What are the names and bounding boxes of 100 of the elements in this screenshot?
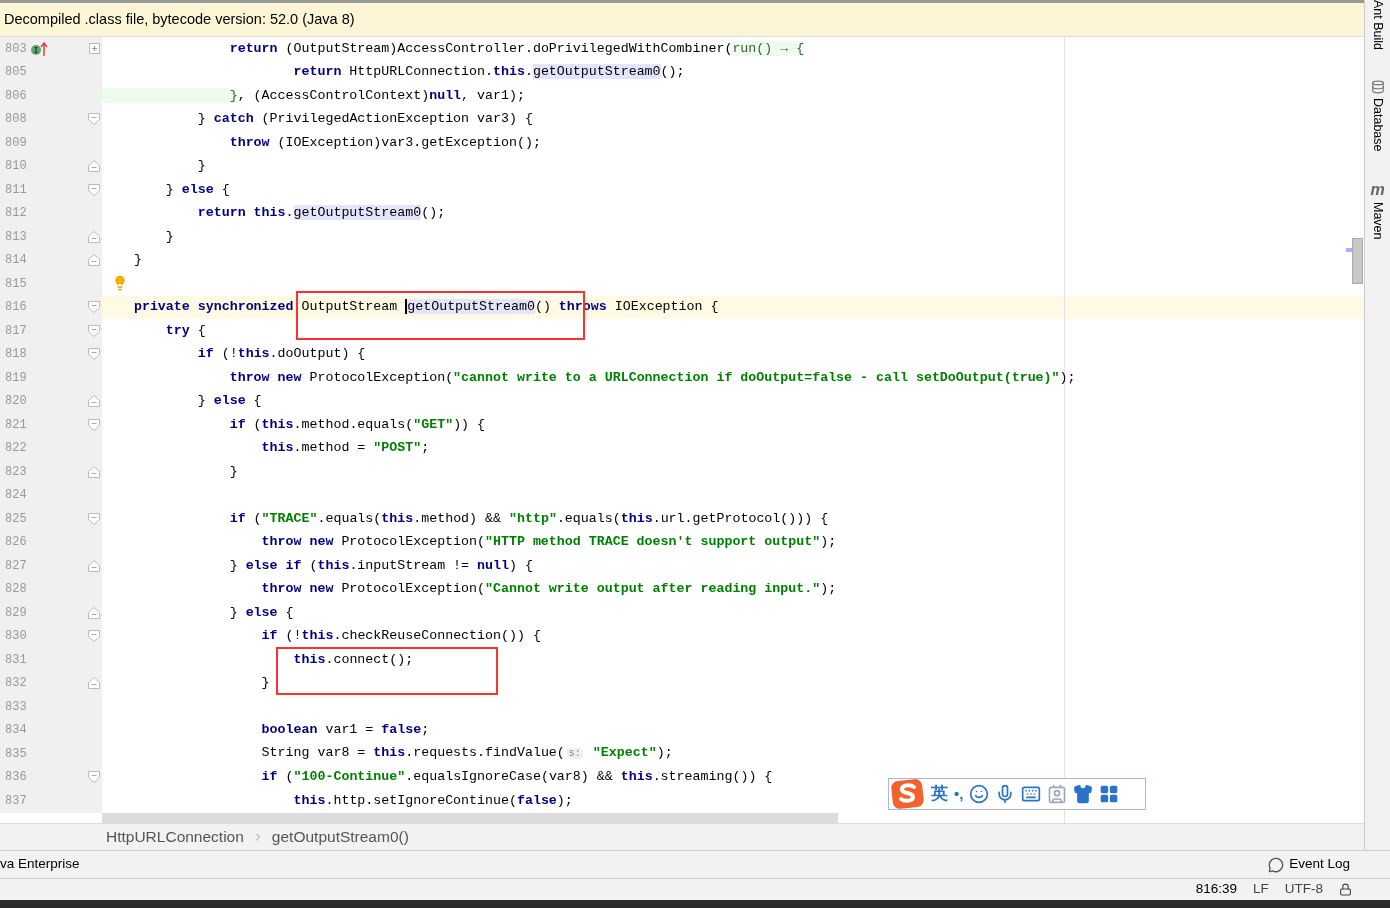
grid-icon[interactable] [1099,784,1120,804]
unfold-icon[interactable] [88,559,100,572]
code-line: } else { [196,392,262,411]
line-number: 837 [4,792,28,810]
horizontal-scrollbar[interactable] [102,813,838,823]
code-line: } [196,157,206,176]
code-line: if (this.method.equals("GET")) { [228,415,486,434]
code-line: boolean var1 = false; [260,721,430,740]
code-line: } [228,462,238,481]
line-number: 814 [4,252,28,270]
shirt-icon[interactable] [1073,784,1094,804]
scroll-marker [1346,248,1352,252]
unfold-icon[interactable] [88,465,100,478]
event-log-icon[interactable] [1268,856,1285,873]
user-card-icon[interactable] [1047,784,1068,804]
fold-icon[interactable] [88,113,100,126]
s-logo-icon[interactable] [891,778,925,810]
breadcrumb-item[interactable]: HttpURLConnection [106,825,244,849]
fold-icon[interactable] [88,348,100,361]
code-line: return this.getOutputStream0(); [196,204,446,223]
line-number: 834 [4,722,28,740]
tool-window-tab[interactable]: Ant Build [1368,0,1387,51]
code-line: throw new ProtocolException("cannot write to a URLConnection if doOutput=false - call setDoOutput(true)"); [228,368,1076,387]
code-line: } catch (PrivilegedActionException var3) { [196,110,533,129]
fold-plus-icon[interactable] [89,43,100,55]
implements-marker-icon[interactable] [30,40,50,57]
code-line: throw (IOException)var3.getException(); [228,133,541,152]
fold-icon[interactable] [88,771,100,784]
code-line: } else if (this.inputStream != null) { [228,556,533,575]
lock-icon[interactable] [1339,883,1352,896]
code-line: return (OutputStream)AccessController.doPrivilegedWithCombiner(run() → { [228,39,805,58]
line-number: 819 [4,369,28,387]
code-line: this.method = "POST"; [260,439,430,458]
code-line: this.http.setIgnoreContinue(false); [292,791,573,810]
tool-window-tab[interactable]: va Enterprise [0,854,80,875]
caret-position[interactable]: 816:39 [1195,879,1237,900]
language-mode-toggle[interactable]: 英 [931,781,948,807]
line-number: 825 [4,510,28,528]
file-encoding[interactable]: UTF-8 [1284,879,1323,900]
code-line: String var8 = this.requests.findValue( s: "Expect"); [260,744,673,763]
fold-icon[interactable] [88,630,100,643]
line-number: 805 [4,64,28,82]
code-line: } [260,674,270,693]
fold-icon[interactable] [88,512,100,525]
line-number: 830 [4,628,28,646]
line-number: 833 [4,698,28,716]
line-number: 831 [4,651,28,669]
banner-text: Decompiled .class file, bytecode version: 52.0 (Java 8) [4,9,355,29]
code-line: }, (AccessControlContext)null, var1); [102,85,525,106]
maven-icon[interactable]: m [1370,181,1385,198]
event-log-tab[interactable]: Event Log [1289,854,1350,875]
unfold-icon[interactable] [88,395,100,408]
vertical-scrollbar-thumb[interactable] [1352,238,1363,284]
line-number: 818 [4,346,28,364]
line-separator[interactable]: LF [1253,879,1269,900]
line-number: 835 [4,745,28,763]
fold-icon[interactable] [88,301,100,314]
tool-window-tab[interactable]: Database [1368,98,1387,152]
line-number: 817 [4,322,28,340]
code-line: if ("100-Continue".equalsIgnoreCase(var8) && this.streaming()) { [260,768,773,787]
unfold-icon[interactable] [88,230,100,243]
line-number: 820 [4,393,28,411]
keyboard-icon[interactable] [1021,784,1042,804]
code-line: } else { [164,180,230,199]
line-number: 832 [4,675,28,693]
code-line: throw new ProtocolException("HTTP method TRACE doesn't support output"); [260,533,837,552]
line-number: 828 [4,581,28,599]
database-icon[interactable] [1370,80,1385,95]
line-number: 812 [4,205,28,223]
code-line: } else { [228,603,294,622]
unfold-icon[interactable] [88,160,100,173]
emoji-icon[interactable] [969,784,990,804]
line-number: 810 [4,158,28,176]
unfold-icon[interactable] [88,254,100,267]
line-number: 824 [4,487,28,505]
unfold-icon[interactable] [88,677,100,690]
code-line: } [132,251,142,270]
breadcrumb-item[interactable]: getOutputStream0() [271,825,409,849]
line-number: 809 [4,134,28,152]
line-number: 821 [4,416,28,434]
line-number: 829 [4,604,28,622]
line-number: 803 [4,40,28,58]
code-line: } [164,227,174,246]
code-line: this.connect(); [292,650,414,669]
unfold-icon[interactable] [88,606,100,619]
line-number: 806 [4,87,28,105]
code-line: if (!this.checkReuseConnection()) { [260,627,541,646]
line-number: 826 [4,534,28,552]
code-line: try { [164,321,206,340]
code-line: if ("TRACE".equals(this.method) && "http".equals(this.url.getProtocol())) { [228,509,829,528]
fold-icon[interactable] [88,418,100,431]
lightbulb-icon[interactable] [112,275,128,291]
tool-window-tab[interactable]: Maven [1368,201,1387,240]
line-number: 808 [4,111,28,129]
fold-icon[interactable] [88,324,100,337]
code-line: if (!this.doOutput) { [196,345,366,364]
code-line: throw new ProtocolException("Cannot write output after reading input."); [260,580,837,599]
line-number: 823 [4,463,28,481]
fold-icon[interactable] [88,183,100,196]
punctuation-toggle[interactable]: •, [954,782,964,806]
